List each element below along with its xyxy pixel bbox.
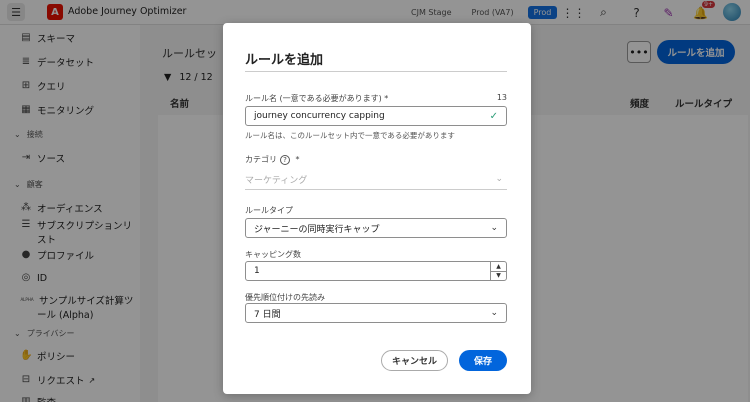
capping-count-stepper[interactable]: 1 ▲ ▼ <box>245 261 507 281</box>
chevron-down-icon: ⌄ <box>490 308 498 318</box>
dialog-divider <box>245 71 507 72</box>
lookahead-label: 優先順位付けの先読み <box>245 293 325 302</box>
save-button[interactable]: 保存 <box>459 350 507 371</box>
stepper-controls: ▲ ▼ <box>490 262 506 280</box>
required-marker: * <box>295 155 300 164</box>
capping-count-value: 1 <box>254 266 260 276</box>
rule-name-char-count: 13 <box>496 93 507 102</box>
rule-name-value: journey concurrency capping <box>254 111 385 121</box>
category-select[interactable]: マーケティング ⌄ <box>245 169 507 190</box>
category-value: マーケティング <box>245 175 308 186</box>
chevron-down-icon: ⌄ <box>490 223 498 233</box>
add-rule-dialog: ルールを追加 ルール名 (一意である必要があります) * 13 journey … <box>223 23 531 394</box>
increment-icon[interactable]: ▲ <box>491 262 506 272</box>
rule-type-select[interactable]: ジャーニーの同時実行キャップ ⌄ <box>245 218 507 238</box>
rule-name-label: ルール名 (一意である必要があります) * <box>245 94 389 103</box>
cancel-button[interactable]: キャンセル <box>381 350 448 371</box>
category-label-text: カテゴリ <box>245 155 277 164</box>
rule-name-input[interactable]: journey concurrency capping ✓ <box>245 106 507 126</box>
rule-name-help-text: ルール名は、このルールセット内で一意である必要があります <box>245 131 455 140</box>
dialog-title: ルールを追加 <box>245 53 324 68</box>
rule-type-label: ルールタイプ <box>245 206 293 215</box>
checkmark-icon: ✓ <box>489 110 498 122</box>
capping-count-label: キャッピング数 <box>245 250 301 259</box>
rule-type-value: ジャーニーの同時実行キャップ <box>254 224 380 235</box>
lookahead-value: 7 日間 <box>254 309 281 320</box>
lookahead-select[interactable]: 7 日間 ⌄ <box>245 303 507 323</box>
chevron-down-icon: ⌄ <box>495 174 503 184</box>
decrement-icon[interactable]: ▼ <box>491 272 506 281</box>
info-icon[interactable]: ? <box>280 155 290 165</box>
category-label: カテゴリ? * <box>245 154 300 165</box>
